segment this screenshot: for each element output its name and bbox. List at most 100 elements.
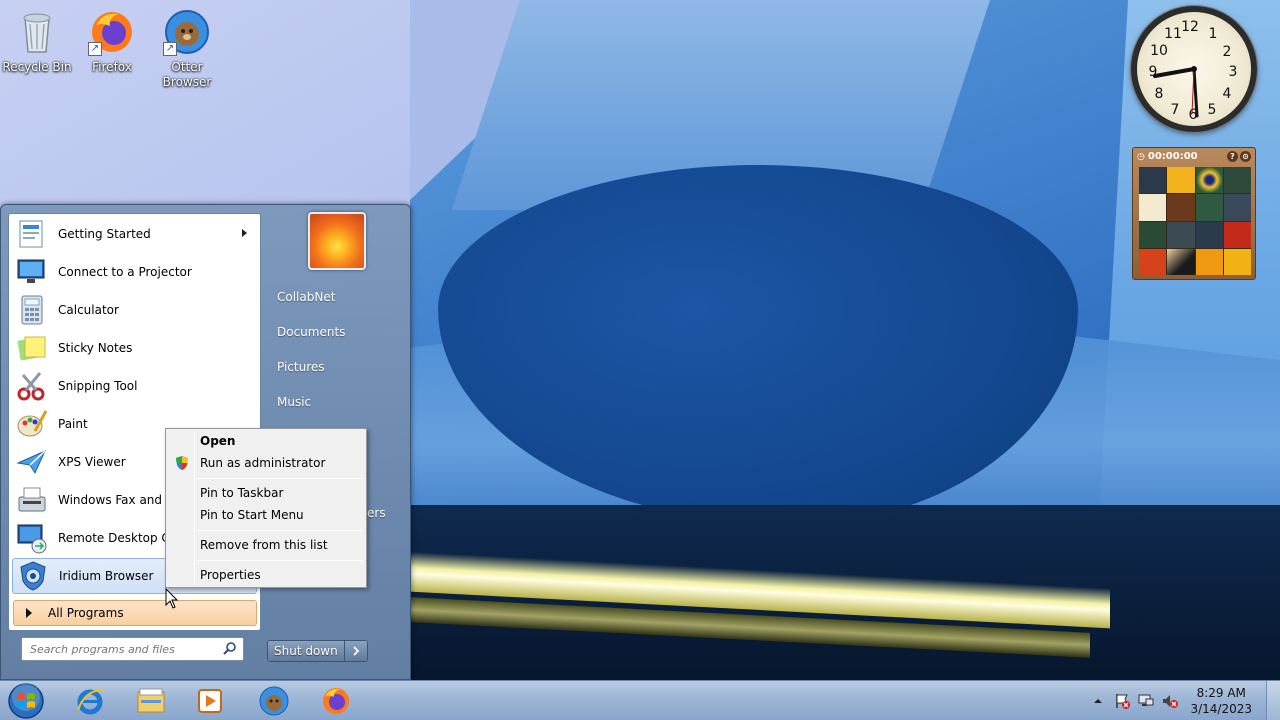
solve-icon[interactable]: ⊙ (1240, 151, 1251, 162)
recycle-bin-icon (13, 8, 61, 56)
search-icon[interactable] (223, 641, 237, 658)
uac-shield-icon (174, 455, 190, 478)
media-player-icon (198, 689, 222, 713)
taskbar-clock[interactable]: 8:29 AM 3/14/2023 (1190, 685, 1252, 717)
start-link-pictures[interactable]: Pictures (269, 352, 404, 382)
puzzle-tile[interactable] (1223, 221, 1251, 248)
context-menu: Open Run as administrator Pin to Taskbar… (165, 428, 367, 588)
volume-muted-icon[interactable] (1161, 692, 1179, 710)
puzzle-tile[interactable] (1195, 248, 1223, 275)
puzzle-tile[interactable] (1223, 194, 1251, 221)
projector-icon (15, 255, 49, 289)
puzzle-tile[interactable] (1139, 167, 1167, 194)
context-separator (197, 478, 363, 479)
shortcut-arrow-icon: ↗ (163, 42, 177, 56)
start-button[interactable] (4, 682, 48, 720)
getting-started-icon (15, 217, 49, 251)
puzzle-tile[interactable] (1195, 194, 1223, 221)
program-label: Snipping Tool (58, 379, 138, 393)
all-programs-label: All Programs (48, 606, 124, 620)
puzzle-tile[interactable] (1139, 194, 1167, 221)
start-link-documents[interactable]: Documents (269, 317, 404, 347)
desktop-icon-otter-browser[interactable]: ↗ Otter Browser (151, 8, 223, 90)
program-label: XPS Viewer (58, 455, 126, 469)
all-programs-button[interactable]: All Programs (13, 600, 257, 626)
puzzle-tile[interactable] (1195, 221, 1223, 248)
program-connect-to-projector[interactable]: Connect to a Projector (12, 254, 257, 290)
mouse-cursor-icon (165, 588, 179, 609)
paint-icon (15, 407, 49, 441)
puzzle-toolbar: ◷ 00:00:00 ? ⊙ (1133, 148, 1255, 165)
all-programs-arrow-icon (26, 608, 32, 618)
chevron-up-icon (1094, 699, 1103, 703)
puzzle-tile[interactable] (1167, 221, 1195, 248)
puzzle-tile[interactable] (1167, 248, 1195, 275)
shutdown-button[interactable]: Shut down (268, 641, 345, 661)
context-item-properties[interactable]: Properties (169, 564, 363, 586)
windows-logo-icon (8, 683, 44, 719)
remote-desktop-icon (15, 521, 49, 555)
puzzle-tile[interactable] (1195, 167, 1223, 194)
action-center-icon[interactable] (1113, 692, 1131, 710)
desktop-icon-firefox[interactable]: ↗ Firefox (76, 8, 148, 75)
start-search-box[interactable] (21, 637, 244, 661)
snipping-tool-icon (15, 369, 49, 403)
context-item-pin-to-taskbar[interactable]: Pin to Taskbar (169, 482, 363, 504)
puzzle-tile[interactable] (1139, 221, 1167, 248)
context-item-label: Run as administrator (200, 456, 326, 470)
context-item-run-as-administrator[interactable]: Run as administrator (169, 452, 363, 474)
puzzle-tile[interactable] (1167, 167, 1195, 194)
program-getting-started[interactable]: Getting Started (12, 216, 257, 252)
taskbar-firefox[interactable] (308, 682, 364, 720)
program-calculator[interactable]: Calculator (12, 292, 257, 328)
taskbar-internet-explorer[interactable] (62, 682, 118, 720)
network-icon[interactable] (1137, 692, 1155, 710)
taskbar-time: 8:29 AM (1196, 686, 1246, 700)
puzzle-timer: 00:00:00 (1147, 151, 1198, 162)
program-label: Calculator (58, 303, 119, 317)
submenu-arrow-icon (242, 229, 247, 237)
context-separator (197, 560, 363, 561)
taskbar-windows-explorer[interactable] (123, 682, 179, 720)
calculator-icon (15, 293, 49, 327)
clock-gadget[interactable]: 12 1 2 3 4 5 6 7 8 9 10 11 (1131, 6, 1257, 132)
fax-scan-icon (15, 483, 49, 517)
puzzle-grid[interactable] (1139, 167, 1251, 275)
show-desktop-button[interactable] (1266, 681, 1280, 720)
start-link-music[interactable]: Music (269, 387, 404, 417)
shutdown-button-group: Shut down (267, 640, 368, 662)
xps-viewer-icon (15, 445, 49, 479)
system-tray: 8:29 AM 3/14/2023 (1086, 681, 1280, 720)
taskbar-media-player[interactable] (182, 682, 238, 720)
program-label: Connect to a Projector (58, 265, 192, 279)
puzzle-tile[interactable] (1167, 194, 1195, 221)
chevron-right-icon (353, 646, 360, 656)
internet-explorer-icon (77, 689, 104, 715)
context-item-remove-from-list[interactable]: Remove from this list (169, 534, 363, 556)
puzzle-tile[interactable] (1139, 248, 1167, 275)
program-snipping-tool[interactable]: Snipping Tool (12, 368, 257, 404)
program-sticky-notes[interactable]: Sticky Notes (12, 330, 257, 366)
shortcut-arrow-icon: ↗ (88, 42, 102, 56)
iridium-browser-icon (16, 559, 50, 593)
help-icon[interactable]: ? (1227, 151, 1238, 162)
windows-explorer-icon (137, 688, 165, 713)
show-hidden-icons-button[interactable] (1089, 692, 1107, 710)
desktop-icon-recycle-bin[interactable]: Recycle Bin (1, 8, 73, 75)
context-item-pin-to-start-menu[interactable]: Pin to Start Menu (169, 504, 363, 526)
start-link-collabnet[interactable]: CollabNet (269, 282, 404, 312)
program-label: Paint (58, 417, 88, 431)
taskbar-otter-browser[interactable] (246, 682, 302, 720)
puzzle-tile[interactable] (1223, 167, 1251, 194)
start-search-input[interactable] (30, 642, 210, 656)
puzzle-timer-icon: ◷ (1137, 151, 1145, 162)
puzzle-tile[interactable] (1223, 248, 1251, 275)
picture-puzzle-gadget[interactable]: ◷ 00:00:00 ? ⊙ (1132, 147, 1256, 280)
user-account-picture[interactable] (308, 212, 366, 270)
context-separator (197, 530, 363, 531)
context-item-open[interactable]: Open (169, 430, 363, 452)
shutdown-options-button[interactable] (344, 641, 367, 661)
program-label: Getting Started (58, 227, 151, 241)
program-label: Iridium Browser (59, 569, 154, 583)
taskbar: 8:29 AM 3/14/2023 (0, 680, 1280, 720)
